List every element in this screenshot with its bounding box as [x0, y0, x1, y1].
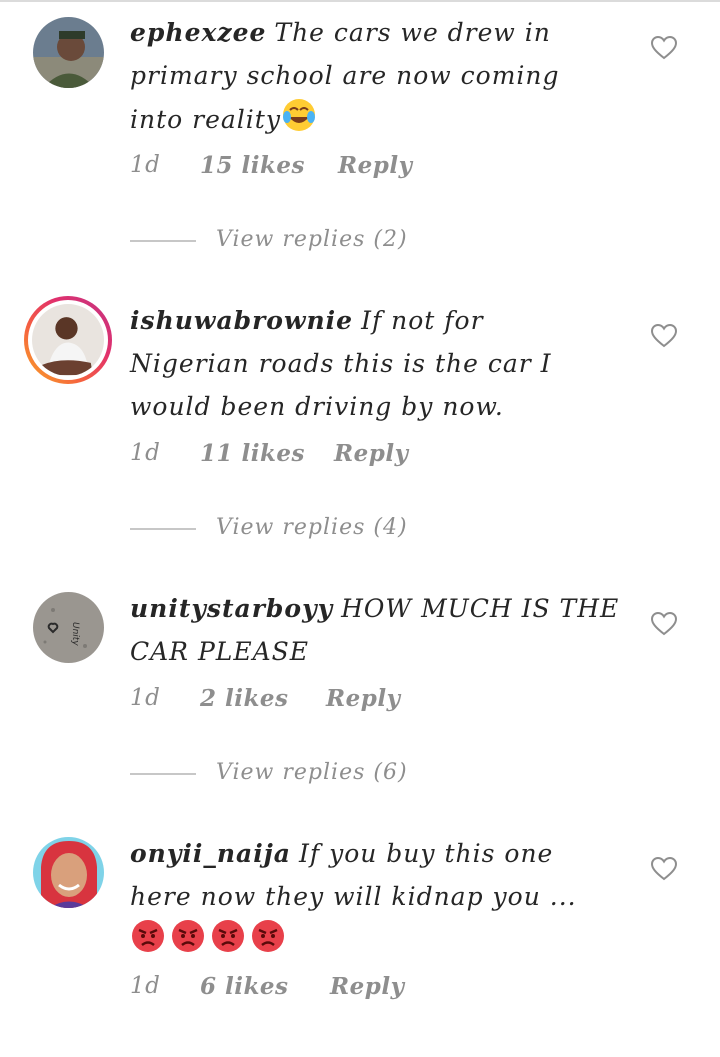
comment-username[interactable]: ishuwabrownie [130, 306, 353, 335]
emoji-row [130, 920, 286, 955]
view-replies-label[interactable]: View replies (2) [216, 227, 408, 252]
comment-likes[interactable]: 11 likes [200, 440, 305, 467]
pouting-face-icon [170, 918, 206, 967]
comment-username[interactable]: onyii_naija [130, 839, 291, 868]
comment-text: ephexzee The cars we drew in primary scho… [130, 11, 630, 146]
comment-text: ishuwabrownie If not for Nigerian roads t… [130, 299, 630, 428]
face-with-tears-of-joy-icon [281, 97, 317, 146]
comment-username[interactable]: unitystarboyy [130, 594, 333, 623]
replies-divider [130, 528, 196, 530]
comment-likes[interactable]: 15 likes [200, 152, 305, 179]
like-heart-icon[interactable] [650, 611, 678, 636]
avatar[interactable] [33, 837, 104, 908]
svg-text:Unity: Unity [70, 622, 80, 646]
avatar[interactable]: Unity [33, 592, 104, 663]
like-heart-icon[interactable] [650, 35, 678, 60]
comment-likes[interactable]: 2 likes [200, 685, 289, 712]
comment-body: If not for [361, 306, 484, 335]
comment-body: The cars we drew in [274, 18, 551, 47]
comment-time: 1d [130, 152, 161, 178]
comment-body: CAR PLEASE [130, 637, 310, 666]
comment-text: unitystarboyy HOW MUCH IS THE CAR PLEASE [130, 587, 630, 673]
comment-body: HOW MUCH IS THE [341, 594, 620, 623]
comment-body: into reality [130, 105, 281, 134]
comment-body: Nigerian roads this is the car I [130, 349, 552, 378]
comment-time: 1d [130, 440, 161, 466]
pouting-face-icon [250, 918, 286, 967]
pouting-face-icon [210, 918, 246, 967]
replies-divider [130, 240, 196, 242]
reply-button[interactable]: Reply [334, 440, 408, 467]
comment-time: 1d [130, 685, 161, 711]
top-divider [0, 0, 720, 2]
comment-body: If you buy this one [299, 839, 554, 868]
view-replies-label[interactable]: View replies (4) [216, 515, 408, 540]
comment-text: onyii_naija If you buy this one here now … [130, 832, 630, 967]
like-heart-icon[interactable] [650, 323, 678, 348]
comment-username[interactable]: ephexzee [130, 18, 266, 47]
avatar[interactable] [33, 17, 104, 88]
pouting-face-icon [130, 918, 166, 967]
comment-time: 1d [130, 973, 161, 999]
like-heart-icon[interactable] [650, 856, 678, 881]
comment-likes[interactable]: 6 likes [200, 973, 289, 1000]
comment-body: primary school are now coming [130, 61, 560, 90]
comment-body: here now they will kidnap you ... [130, 882, 577, 911]
view-replies-label[interactable]: View replies (6) [216, 760, 408, 785]
reply-button[interactable]: Reply [338, 152, 412, 179]
avatar[interactable] [24, 296, 112, 384]
replies-divider [130, 773, 196, 775]
reply-button[interactable]: Reply [330, 973, 404, 1000]
reply-button[interactable]: Reply [326, 685, 400, 712]
comment-body: would been driving by now. [130, 392, 504, 421]
